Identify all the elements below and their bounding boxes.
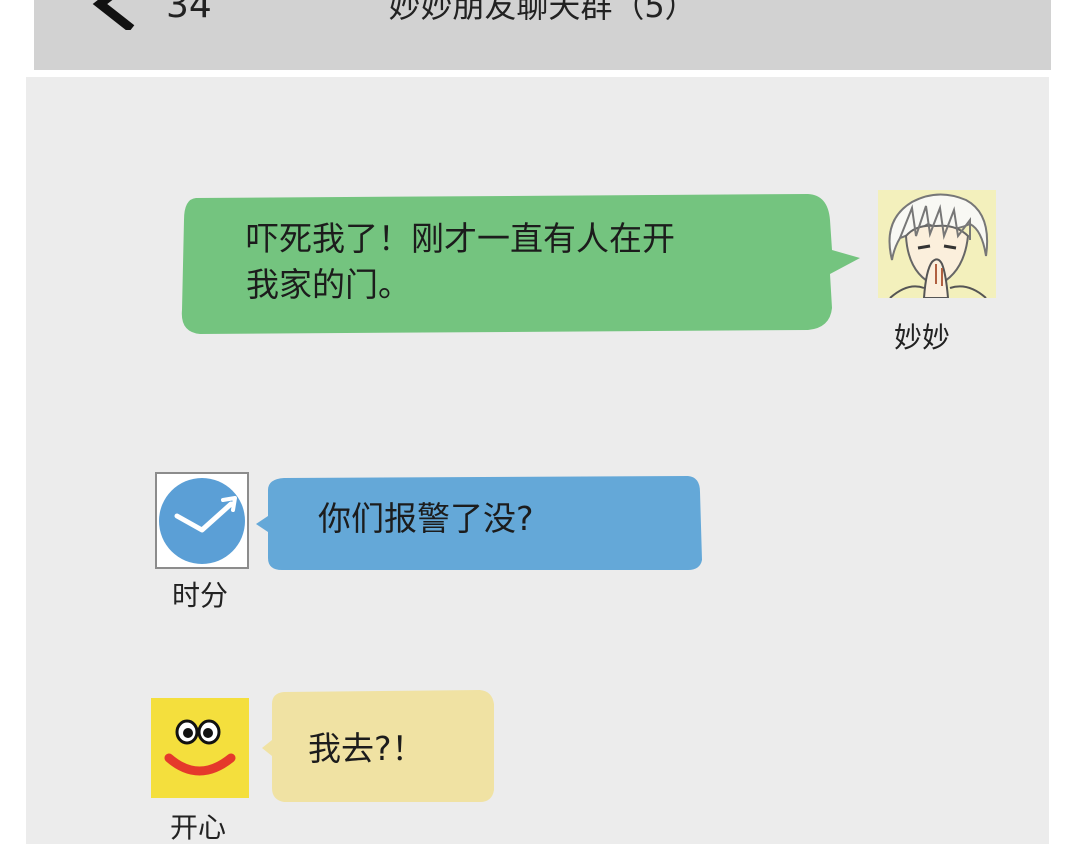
smiley-face-icon [151, 698, 249, 798]
sender-name: 开心 [170, 811, 227, 844]
clock-icon [159, 478, 245, 564]
page-title: 妙妙朋友聊天群（5） [388, 0, 697, 25]
message-line: 我家的门。 [246, 265, 411, 304]
more-icon[interactable] [937, 0, 977, 6]
avatar[interactable] [155, 472, 249, 569]
sender-name: 妙妙 [894, 321, 951, 354]
message-text: 你们报警了没? [318, 496, 534, 542]
message-text: 我去?！ [308, 726, 425, 772]
sender-name: 时分 [172, 579, 229, 612]
message-line: 我去?！ [308, 729, 425, 768]
chat-screen: 34 妙妙朋友聊天群（5） 吓死我了！刚才一直有人在开 我家的门。 妙妙 你们报… [0, 0, 1080, 844]
message-line: 吓死我了！刚才一直有人在开 [246, 219, 675, 258]
anime-boy-avatar-icon [878, 190, 996, 298]
avatar[interactable] [151, 698, 249, 798]
header-bar: 34 妙妙朋友聊天群（5） [34, 0, 1051, 70]
message-line: 你们报警了没? [318, 499, 534, 538]
message-text: 吓死我了！刚才一直有人在开 我家的门。 [246, 216, 675, 308]
avatar[interactable] [878, 190, 996, 298]
